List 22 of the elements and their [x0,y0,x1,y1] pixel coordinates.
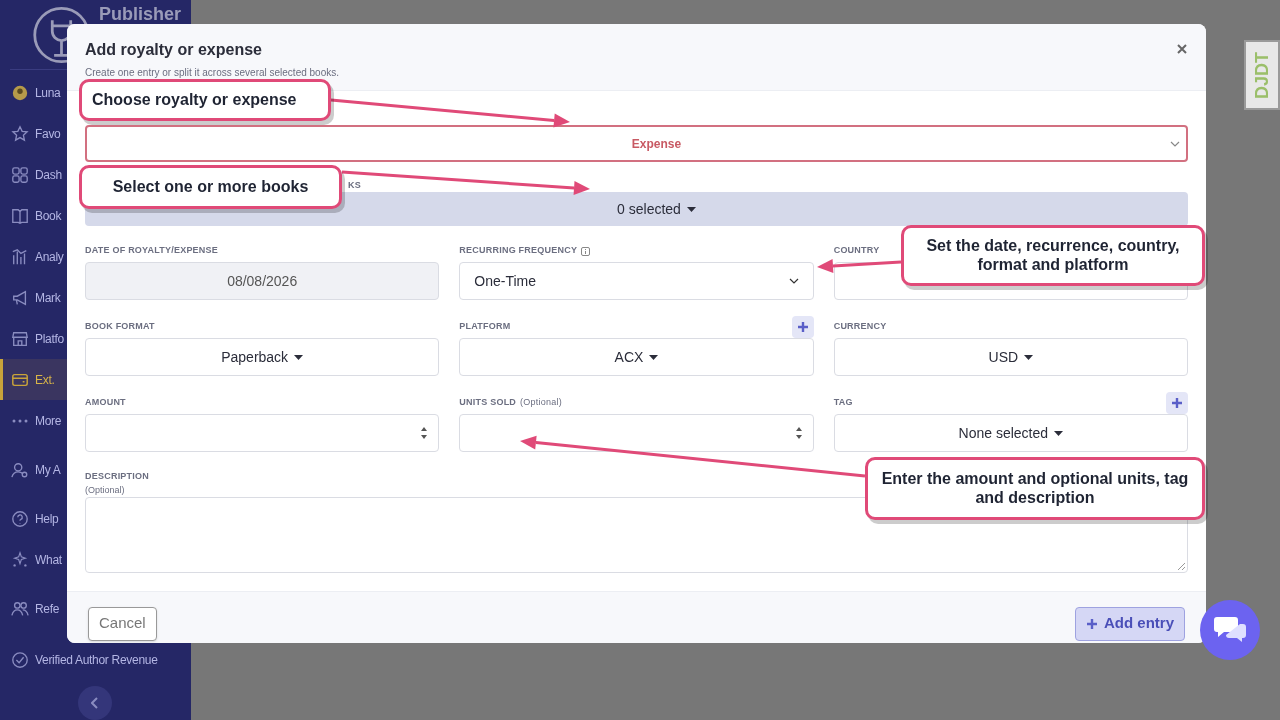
field-label: BOOK FORMAT [85,320,155,334]
annotation-tooltip: Select one or more books [79,165,342,209]
field-label: COUNTRY [833,244,880,258]
field-label: DESCRIPTION [85,470,149,483]
field-label: RECURRING FREQUENCY [459,244,578,258]
modal-title: Add royalty or expense [85,40,262,60]
annotation-tooltip: Set the date, recurrence, country, format and platform [901,225,1205,286]
optional-hint: (Optional) [85,483,125,497]
field-label: UNITS SOLD [459,396,517,410]
field-label: KS [348,181,361,190]
field-label: AMOUNT [85,396,126,410]
field-label: DATE OF ROYALTY/EXPENSE [85,244,219,258]
date-field: 08/08/2026 [85,262,440,300]
field-label: TAG [833,396,853,410]
annotation-tooltip: Choose royalty or expense [79,79,331,121]
modal-subtitle: Create one entry or split it across several selected books. [85,66,339,80]
brand-name: Publisher [98,2,181,26]
field-label: PLATFORM [459,320,511,334]
debug-tab-label: DJDT [1250,51,1273,99]
annotation-tooltip: Enter the amount and optional units, tag and description [865,457,1205,520]
optional-hint: (Optional) [520,396,562,410]
field-label: CURRENCY [833,320,887,334]
